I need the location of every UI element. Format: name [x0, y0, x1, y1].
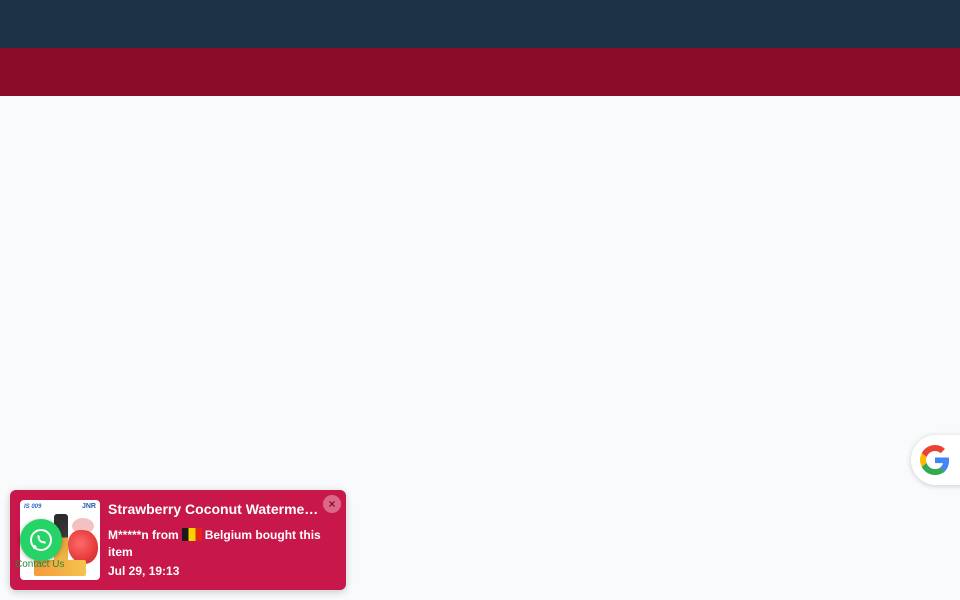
whatsapp-button[interactable] [20, 519, 62, 561]
thumbnail-strawberry [68, 530, 98, 564]
purchase-timestamp: Jul 29, 19:13 [108, 564, 180, 578]
navigation-bar [0, 48, 960, 96]
thumbnail-brand-logo-left: IS 009 [24, 504, 42, 510]
popup-purchase-text: M*****n from Belgium bought this item [108, 527, 333, 561]
thumbnail-brand-logo-right: JNR [81, 503, 96, 510]
belgium-flag-icon [181, 528, 202, 541]
contact-us-label[interactable]: Contact Us [15, 559, 64, 571]
close-icon[interactable]: × [323, 495, 341, 513]
buyer-name: M*****n [108, 528, 149, 542]
google-g-icon [920, 445, 950, 475]
country-name: Belgium [204, 528, 253, 542]
whatsapp-icon [30, 529, 52, 551]
from-text: from [152, 528, 179, 542]
popup-product-title[interactable]: Strawberry Coconut Waterme… [108, 501, 322, 517]
top-header-bar [0, 0, 960, 48]
google-reviews-badge[interactable] [911, 435, 960, 485]
